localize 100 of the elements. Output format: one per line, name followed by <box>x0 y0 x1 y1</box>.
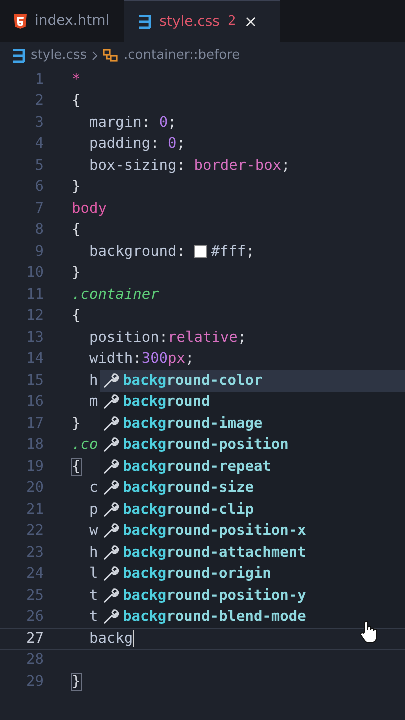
suggestion-item[interactable]: background-position-x <box>100 520 405 542</box>
breadcrumb-item[interactable]: style.css <box>31 48 87 63</box>
line-number: 1 <box>34 72 44 88</box>
code-token: { <box>72 308 81 324</box>
suggestion-item[interactable]: background-repeat <box>100 456 405 478</box>
code-token: ; <box>186 351 194 368</box>
code-token: 0 <box>168 136 177 152</box>
hand-cursor-icon <box>360 620 378 644</box>
code-token: backg <box>88 630 134 647</box>
wrench-icon <box>103 588 119 604</box>
chevron-icon <box>92 50 98 60</box>
code-token: relative <box>168 330 238 346</box>
wrench-icon <box>103 372 119 389</box>
code-token: ; <box>176 136 186 152</box>
suggestion-item[interactable]: background-color <box>100 370 405 392</box>
code-token: .co <box>72 437 98 454</box>
code-token: box-sizing <box>88 158 177 174</box>
suggestion-item[interactable]: background-clip <box>100 499 405 520</box>
suggestion-label: background-blend-mode <box>123 609 306 626</box>
line-number: 11 <box>26 286 44 303</box>
code-token: background <box>88 244 177 260</box>
wrench-icon <box>103 502 119 518</box>
wrench-icon <box>103 437 119 454</box>
suggestion-label: background-clip <box>123 502 254 518</box>
line-number: 9 <box>34 244 44 260</box>
code-token: } <box>72 265 81 282</box>
suggestion-item[interactable]: background-blend-mode <box>100 606 405 628</box>
line-number: 21 <box>26 502 44 518</box>
suggestion-label: background-size <box>123 480 254 496</box>
tab-label: index.html <box>35 13 110 29</box>
code-token: w <box>88 523 98 540</box>
wrench-icon <box>103 480 119 496</box>
line-number: 3 <box>34 114 44 131</box>
code-token: * <box>72 72 81 88</box>
wrench-icon <box>103 544 119 561</box>
code-token: c <box>88 480 98 496</box>
code-token: p <box>88 502 98 518</box>
suggestion-item[interactable]: background-attachment <box>100 542 405 564</box>
code-token: m <box>88 394 98 410</box>
wrench-icon <box>103 566 119 582</box>
code-token: t <box>88 609 98 626</box>
code-token: { <box>72 222 81 238</box>
suggestion-item[interactable]: background-origin <box>100 564 405 585</box>
code-token: t <box>88 588 98 604</box>
suggestion-item[interactable]: background-position <box>100 434 405 456</box>
code-token: border-box <box>194 158 282 174</box>
code-token: } <box>72 416 81 432</box>
code-token: body <box>72 200 107 217</box>
suggestion-label: background-origin <box>123 566 272 582</box>
code-token: { <box>72 458 81 475</box>
line-number: 2 <box>34 93 44 110</box>
code-token: 300 <box>142 351 168 368</box>
suggestion-label: background-position-x <box>123 523 306 540</box>
symbol-icon <box>103 48 119 62</box>
line-number: 13 <box>26 330 44 346</box>
code-token: padding <box>88 136 151 152</box>
line-number: 17 <box>26 416 44 432</box>
suggestion-label: background-repeat <box>123 458 272 475</box>
suggestion-label: background-position-y <box>123 588 306 604</box>
code-token: 0 <box>159 114 168 131</box>
line-number: 24 <box>26 566 44 582</box>
code-token: : <box>176 158 186 174</box>
code-token: : <box>176 244 186 260</box>
suggestion-item[interactable]: background-size <box>100 478 405 499</box>
code-token: : <box>150 136 160 152</box>
text-cursor <box>133 630 134 648</box>
wrench-icon <box>103 394 119 410</box>
wrench-icon <box>103 609 119 626</box>
line-number: 10 <box>26 265 44 282</box>
code-token: h <box>88 544 98 561</box>
line-number: 23 <box>26 544 44 561</box>
code-token: } <box>72 674 81 690</box>
line-number: 26 <box>26 609 44 626</box>
line-number: 20 <box>26 480 44 496</box>
suggestion-label: background-attachment <box>123 544 306 561</box>
code-token: position <box>88 330 160 346</box>
code-token: px <box>168 351 186 368</box>
line-number: 4 <box>34 136 44 152</box>
suggestion-label: background-position <box>123 437 289 454</box>
code-token: : <box>133 351 142 368</box>
suggestion-label: background <box>123 394 210 410</box>
suggestion-item[interactable]: background-image <box>100 413 405 434</box>
html5-icon <box>14 14 27 28</box>
code-token: margin <box>88 114 142 131</box>
code-token: #fff <box>211 244 246 260</box>
code-token: : <box>142 114 152 131</box>
code-token: l <box>88 566 98 582</box>
css3-icon <box>12 48 26 62</box>
editor-tab[interactable]: style.css 2 × <box>124 0 280 42</box>
line-number: 8 <box>34 222 44 238</box>
code-token: width <box>88 351 134 368</box>
wrench-icon <box>103 458 119 475</box>
suggestion-item[interactable]: background-position-y <box>100 585 405 606</box>
close-button[interactable]: × <box>244 12 258 31</box>
line-number: 15 <box>26 372 44 389</box>
breadcrumb-item[interactable]: .container::before <box>124 48 240 63</box>
line-number: 6 <box>34 179 44 196</box>
suggestion-item[interactable]: background <box>100 392 405 413</box>
code-token: : <box>159 330 168 346</box>
line-number: 25 <box>26 588 44 604</box>
